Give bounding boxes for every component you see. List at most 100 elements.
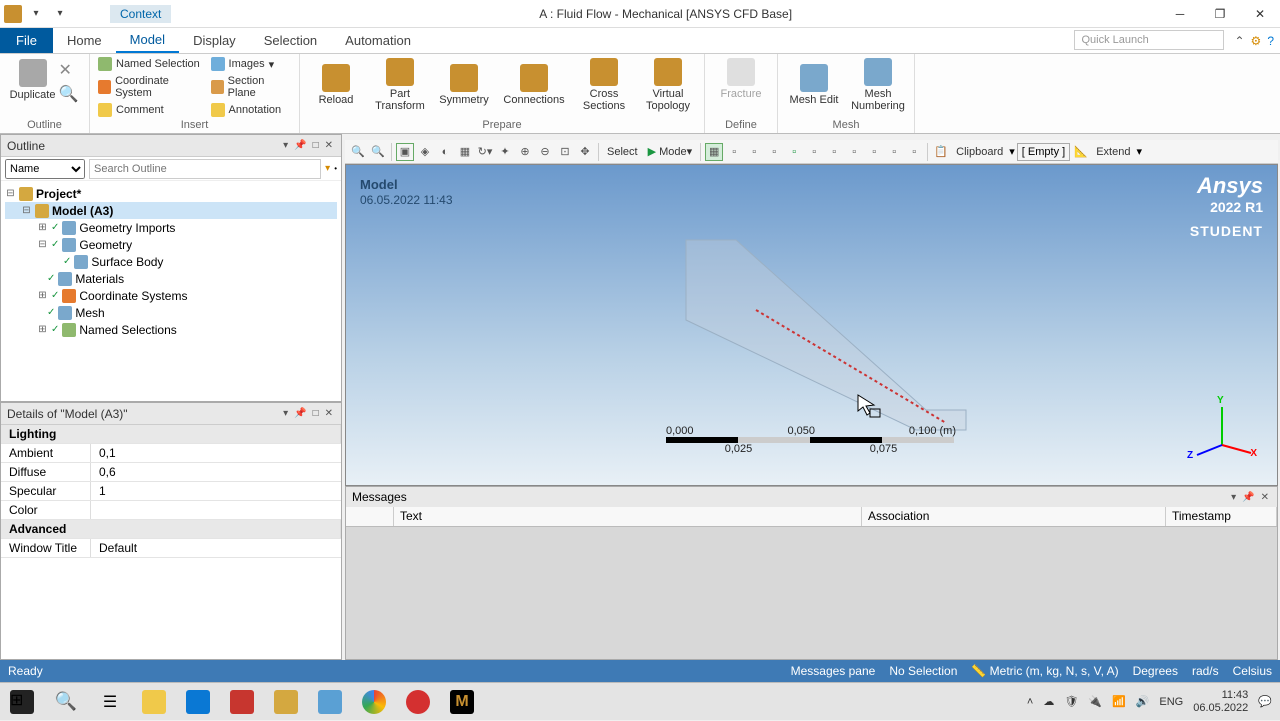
section-plane-button[interactable]: Section Plane	[209, 74, 293, 100]
virtual-topology-button[interactable]: Virtual Topology	[638, 56, 698, 114]
annotation-button[interactable]: Annotation	[209, 102, 293, 118]
restore-button[interactable]: ❐	[1200, 0, 1240, 28]
panel-pin-icon[interactable]: 📌	[292, 140, 308, 151]
details-max-icon[interactable]: □	[311, 408, 321, 419]
tab-automation[interactable]: Automation	[331, 28, 425, 53]
msg-dropdown-icon[interactable]: ▾	[1229, 492, 1238, 503]
outline-search-input[interactable]	[89, 159, 321, 179]
start-button[interactable]: ⊞	[0, 683, 44, 721]
explorer-button[interactable]	[132, 683, 176, 721]
orientation-triad[interactable]: Y X Z	[1187, 395, 1257, 465]
section-advanced[interactable]: Advanced	[1, 520, 341, 538]
images-button[interactable]: Images▾	[209, 56, 293, 72]
qat-dropdown-icon[interactable]: ▾	[50, 5, 70, 23]
part-transform-button[interactable]: Part Transform	[370, 56, 430, 114]
tab-home[interactable]: Home	[53, 28, 116, 53]
tree-coord-systems[interactable]: ⊞✓Coordinate Systems	[5, 287, 337, 304]
tray-lang[interactable]: ENG	[1159, 696, 1183, 708]
comment-button[interactable]: Comment	[96, 102, 205, 118]
chrome-button[interactable]	[352, 683, 396, 721]
center-icon[interactable]: ✦	[496, 143, 514, 161]
prop-window-title[interactable]: Window TitleDefault	[1, 539, 341, 558]
options-icon[interactable]: ⚙	[1251, 34, 1262, 48]
clipboard-dropdown[interactable]: Clipboard	[952, 146, 1007, 158]
rotate-icon[interactable]: ↻▾	[476, 143, 494, 161]
tree-geom-imports[interactable]: ⊞✓Geometry Imports	[5, 219, 337, 236]
search-button[interactable]: 🔍	[44, 683, 88, 721]
app1-button[interactable]	[220, 683, 264, 721]
named-selection-button[interactable]: Named Selection	[96, 56, 205, 72]
sel-node-icon[interactable]: ▫	[785, 143, 803, 161]
sel-b-icon[interactable]: ▫	[845, 143, 863, 161]
sel-elem-icon[interactable]: ▫	[805, 143, 823, 161]
tree-model[interactable]: ⊟Model (A3)	[5, 202, 337, 219]
details-pin-icon[interactable]: 📌	[292, 408, 308, 419]
tree-geometry[interactable]: ⊟✓Geometry	[5, 236, 337, 253]
extend-dropdown[interactable]: Extend	[1092, 146, 1134, 158]
connections-button[interactable]: Connections	[498, 56, 570, 114]
prop-specular[interactable]: Specular1	[1, 482, 341, 501]
panel-close-icon[interactable]: ✕	[323, 140, 335, 151]
view-cube-icon[interactable]: ▣	[396, 143, 414, 161]
reload-button[interactable]: Reload	[306, 56, 366, 114]
delete-icon[interactable]: ✕	[59, 60, 79, 80]
tray-notifications-icon[interactable]: 💬	[1258, 695, 1272, 708]
tray-clock[interactable]: 11:43 06.05.2022	[1193, 689, 1248, 713]
record-button[interactable]	[396, 683, 440, 721]
file-tab[interactable]: File	[0, 28, 53, 53]
tree-surface-body[interactable]: ✓Surface Body	[5, 253, 337, 270]
sel-e-icon[interactable]: ▫	[905, 143, 923, 161]
quick-launch-input[interactable]: Quick Launch	[1074, 30, 1224, 50]
sel-c-icon[interactable]: ▫	[865, 143, 883, 161]
sel-face-icon[interactable]: ▫	[745, 143, 763, 161]
prop-diffuse[interactable]: Diffuse0,6	[1, 463, 341, 482]
section-lighting[interactable]: Lighting	[1, 425, 341, 443]
select-label[interactable]: Select	[603, 146, 642, 158]
tree-project[interactable]: ⊟Project*	[5, 185, 337, 202]
tab-selection[interactable]: Selection	[250, 28, 331, 53]
sel-body-icon[interactable]: ▫	[765, 143, 783, 161]
context-tab[interactable]: Context	[110, 5, 171, 23]
msg-pin-icon[interactable]: 📌	[1240, 492, 1256, 503]
tree-materials[interactable]: ✓Materials	[5, 270, 337, 287]
details-dropdown-icon[interactable]: ▾	[281, 408, 290, 419]
mode-dropdown[interactable]: ▶ Mode▾	[644, 145, 697, 158]
cross-sections-button[interactable]: Cross Sections	[574, 56, 634, 114]
sel-a-icon[interactable]: ▫	[825, 143, 843, 161]
outline-filter-select[interactable]: Name	[5, 159, 85, 179]
coordinate-system-button[interactable]: Coordinate System	[96, 74, 205, 100]
sel-vertex-icon[interactable]: ▦	[705, 143, 723, 161]
view-shade-icon[interactable]: ◐	[436, 143, 454, 161]
zoom-fit-icon[interactable]: 🔍	[349, 143, 367, 161]
taskview-button[interactable]: ☰	[88, 683, 132, 721]
tab-display[interactable]: Display	[179, 28, 250, 53]
tree-named-sel[interactable]: ⊞✓Named Selections	[5, 321, 337, 338]
help-icon[interactable]: ?	[1267, 34, 1274, 48]
mesh-numbering-button[interactable]: Mesh Numbering	[848, 56, 908, 114]
graphics-viewport[interactable]: Model 06.05.2022 11:43 Ansys 2022 R1 STU…	[345, 164, 1278, 486]
tray-wifi-icon[interactable]: 📶	[1112, 695, 1126, 708]
calc-button[interactable]	[308, 683, 352, 721]
sel-d-icon[interactable]: ▫	[885, 143, 903, 161]
details-close-icon[interactable]: ✕	[323, 408, 335, 419]
panel-max-icon[interactable]: □	[311, 140, 321, 151]
tray-cloud-icon[interactable]: ☁	[1043, 695, 1054, 708]
mechanical-button[interactable]: M	[440, 683, 484, 721]
tab-model[interactable]: Model	[116, 28, 179, 53]
tray-up-icon[interactable]: ˄	[1027, 696, 1033, 708]
status-msg-pane[interactable]: Messages pane	[791, 664, 876, 678]
filter-dropdown-icon[interactable]: ▾	[325, 163, 330, 174]
minimize-button[interactable]: ─	[1160, 0, 1200, 28]
prop-color[interactable]: Color	[1, 501, 341, 520]
tree-mesh[interactable]: ✓Mesh	[5, 304, 337, 321]
close-button[interactable]: ✕	[1240, 0, 1280, 28]
tray-sound-icon[interactable]: 🔊	[1136, 695, 1150, 708]
prop-ambient[interactable]: Ambient0,1	[1, 444, 341, 463]
zoom-out-icon[interactable]: ⊖	[536, 143, 554, 161]
msg-close-icon[interactable]: ✕	[1259, 492, 1271, 503]
msg-col-assoc[interactable]: Association	[862, 507, 1166, 526]
symmetry-button[interactable]: Symmetry	[434, 56, 494, 114]
mail-button[interactable]	[176, 683, 220, 721]
zoom-in-icon[interactable]: ⊕	[516, 143, 534, 161]
collapse-ribbon-icon[interactable]: ⌃	[1234, 34, 1244, 48]
